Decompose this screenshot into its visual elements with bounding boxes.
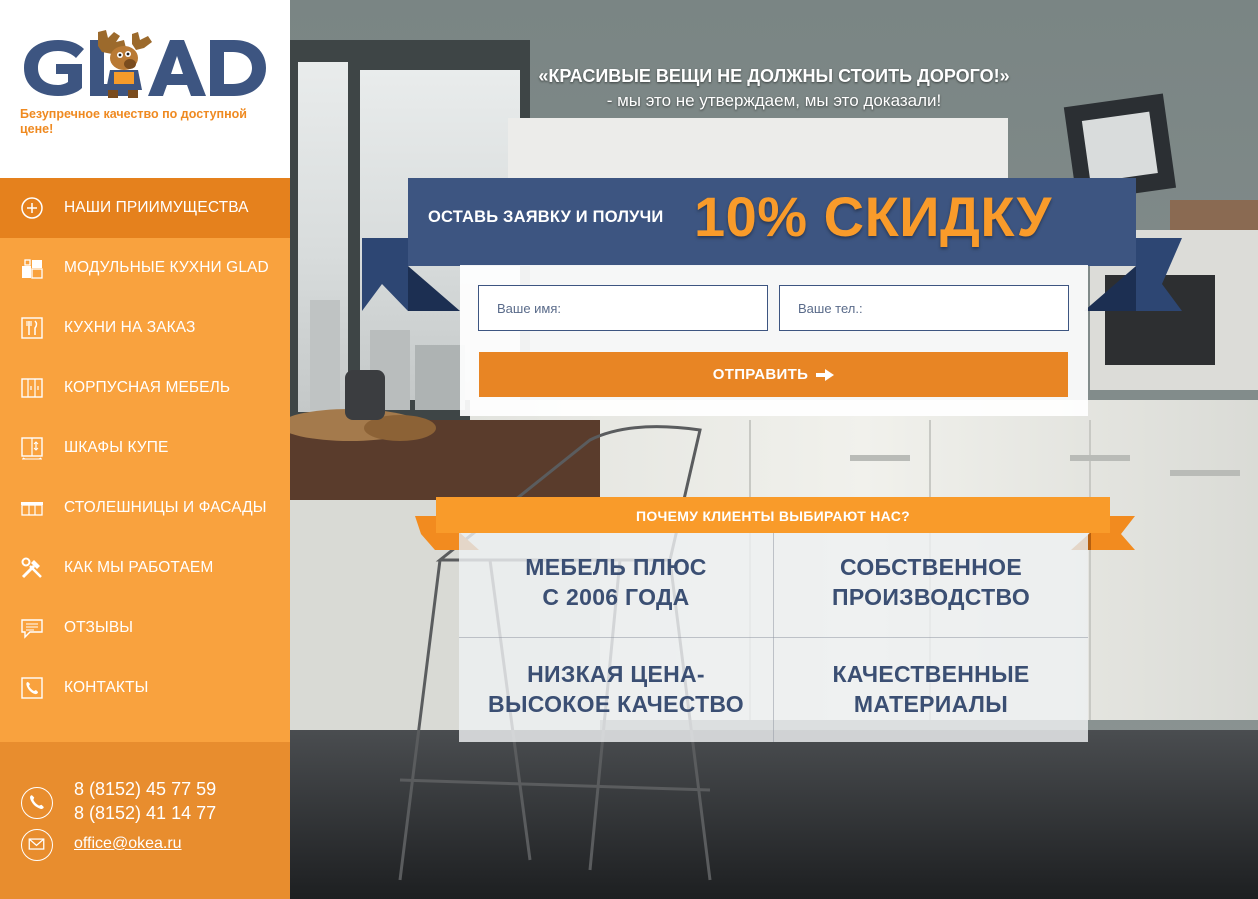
why-item-own-production: СОБСТВЕННОЕ ПРОИЗВОДСТВО	[774, 552, 1088, 612]
why-item-line: СОБСТВЕННОЕ	[840, 554, 1022, 580]
email-link[interactable]: office@okea.ru	[74, 835, 182, 853]
countertop-icon	[21, 502, 43, 516]
why-title: ПОЧЕМУ КЛИЕНТЫ ВЫБИРАЮТ НАС?	[635, 508, 911, 524]
hero-slogan: «КРАСИВЫЕ ВЕЩИ НЕ ДОЛЖНЫ СТОИТЬ ДОРОГО!»	[538, 66, 1010, 86]
nav-item-advantages[interactable]: НАШИ ПРИИМУЩЕСТВА	[0, 178, 290, 238]
contacts-block: 8 (8152) 45 77 59 8 (8152) 41 14 77 offi…	[0, 742, 290, 899]
why-item-low-price: НИЗКАЯ ЦЕНА- ВЫСОКОЕ КАЧЕСТВО	[459, 659, 773, 719]
sidebar: Безупречное качество по доступной цене! …	[0, 0, 290, 899]
nav-item-how-we-work[interactable]: КАК МЫ РАБОТАЕМ	[0, 538, 290, 598]
name-input[interactable]	[478, 285, 768, 331]
nav-label: КУХНИ НА ЗАКАЗ	[64, 319, 196, 336]
nav-label: МОДУЛЬНЫЕ КУХНИ GLAD	[64, 259, 269, 276]
why-item-line: НИЗКАЯ ЦЕНА-	[527, 661, 705, 687]
mail-icon	[21, 829, 53, 861]
why-item-line: ВЫСОКОЕ КАЧЕСТВО	[488, 691, 744, 717]
offer-discount-text: 10% СКИДКУ	[694, 185, 1052, 248]
logo-area: Безупречное качество по доступной цене!	[0, 0, 290, 178]
phone-number-2[interactable]: 8 (8152) 41 14 77	[74, 803, 216, 824]
phone-number-1[interactable]: 8 (8152) 45 77 59	[74, 779, 216, 800]
plus-circle-icon	[21, 197, 43, 219]
cutlery-icon	[21, 317, 43, 339]
nav-item-cabinet-furniture[interactable]: КОРПУСНАЯ МЕБЕЛЬ	[0, 358, 290, 418]
nav-item-countertops[interactable]: СТОЛЕШНИЦЫ И ФАСАДЫ	[0, 478, 290, 538]
nav-item-contacts[interactable]: КОНТАКТЫ	[0, 658, 290, 718]
phone-input[interactable]	[779, 285, 1069, 331]
nav-item-custom-kitchens[interactable]: КУХНИ НА ЗАКАЗ	[0, 298, 290, 358]
nav-label: ОТЗЫВЫ	[64, 619, 134, 636]
why-item-quality-materials: КАЧЕСТВЕННЫЕ МАТЕРИАЛЫ	[774, 659, 1088, 719]
chat-icon	[21, 619, 43, 639]
why-item-line: С 2006 ГОДА	[542, 584, 690, 610]
submit-button[interactable]: ОТПРАВИТЬ	[479, 352, 1068, 397]
brand-tagline: Безупречное качество по доступной цене!	[20, 107, 247, 136]
nav-label: ШКАФЫ КУПЕ	[64, 439, 169, 456]
wardrobe-icon	[21, 437, 43, 460]
nav-label: КОНТАКТЫ	[64, 679, 149, 696]
hero-subslogan: - мы это не утверждаем, мы это доказали!	[606, 91, 942, 110]
glad-logo[interactable]	[20, 28, 270, 100]
why-item-line: ПРОИЗВОДСТВО	[831, 584, 1031, 610]
cabinet-icon	[21, 378, 43, 398]
offer-lead-text: ОСТАВЬ ЗАЯВКУ И ПОЛУЧИ	[428, 208, 664, 226]
kitchen-background-image	[290, 0, 1258, 899]
why-item-line: КАЧЕСТВЕННЫЕ	[832, 661, 1030, 687]
why-item-line: МЕБЕЛЬ ПЛЮС	[525, 554, 707, 580]
nav-item-wardrobes[interactable]: ШКАФЫ КУПЕ	[0, 418, 290, 478]
why-item-line: МАТЕРИАЛЫ	[853, 691, 1009, 717]
phone-book-icon	[21, 677, 43, 699]
phone-icon	[21, 787, 53, 819]
submit-button-label: ОТПРАВИТЬ	[712, 366, 809, 383]
why-item-since-2006: МЕБЕЛЬ ПЛЮС С 2006 ГОДА	[459, 552, 773, 612]
nav-label: КАК МЫ РАБОТАЕМ	[64, 559, 214, 576]
nav-label: НАШИ ПРИИМУЩЕСТВА	[64, 199, 249, 216]
nav-item-modular-kitchens[interactable]: МОДУЛЬНЫЕ КУХНИ GLAD	[0, 238, 290, 298]
nav-label: КОРПУСНАЯ МЕБЕЛЬ	[64, 379, 231, 396]
tools-icon	[21, 557, 42, 579]
nav-item-reviews[interactable]: ОТЗЫВЫ	[0, 598, 290, 658]
modules-icon	[22, 259, 43, 279]
main-nav: НАШИ ПРИИМУЩЕСТВА МОДУЛЬНЫЕ КУХНИ GLAD К…	[0, 178, 290, 718]
nav-label: СТОЛЕШНИЦЫ И ФАСАДЫ	[64, 499, 267, 516]
arrow-right-icon	[816, 368, 835, 381]
grid-divider-horizontal	[459, 637, 1088, 638]
